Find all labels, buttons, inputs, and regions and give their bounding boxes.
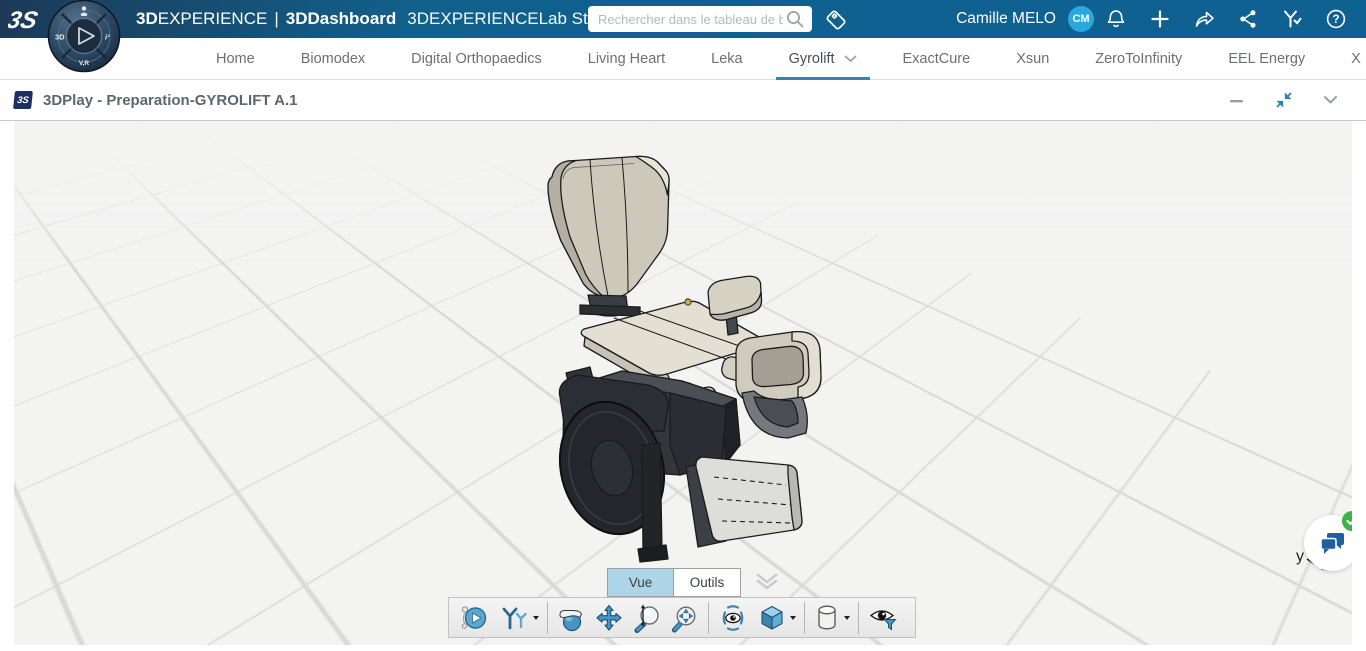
tab-xsun[interactable]: Xsun (993, 38, 1072, 79)
gyrolift-3d-model[interactable] (530, 145, 850, 565)
share-network-icon[interactable] (1226, 0, 1270, 38)
tab-truncated[interactable]: X (1328, 38, 1366, 79)
dassault-systemes-logo-icon: 3S (8, 3, 44, 35)
tab-living-heart[interactable]: Living Heart (565, 38, 688, 79)
restore-widget-button[interactable] (1275, 91, 1293, 109)
dashboard-tab-bar: Home Biomodex Digital Orthopaedics Livin… (0, 38, 1366, 80)
swym-community-button[interactable] (494, 600, 543, 636)
tag-icon[interactable] (822, 6, 850, 34)
turntable-tool-button[interactable] (713, 600, 753, 636)
3dswym-icon[interactable] (1270, 0, 1314, 38)
user-name[interactable]: Camille MELO (956, 10, 1056, 28)
compass-social-person-icon (82, 6, 86, 10)
share-forward-icon[interactable] (1182, 0, 1226, 38)
toolbar-collapse-chevron-icon[interactable] (754, 571, 780, 593)
viewer-toolbar (448, 597, 916, 638)
3dplay-widget-icon: 3S (13, 91, 33, 109)
tab-eel-energy[interactable]: EEL Energy (1205, 38, 1328, 79)
add-content-plus-icon[interactable] (1138, 0, 1182, 38)
tab-home[interactable]: Home (193, 38, 278, 79)
3d-viewport[interactable]: y Vue Outils (14, 121, 1352, 645)
brand-3d: 3D (136, 9, 158, 29)
iso-view-cube-button[interactable] (753, 600, 800, 636)
zoom-tool-button[interactable] (628, 600, 666, 636)
svg-text:?: ? (1332, 14, 1339, 26)
brand-separator: | (274, 9, 278, 29)
compass-east-label: i² (105, 33, 110, 42)
widget-menu-chevron-icon[interactable] (1323, 95, 1338, 105)
tab-gyrolift[interactable]: Gyrolift (766, 38, 880, 79)
widget-header: 3S 3DPlay - Preparation-GYROLIFT A.1 (0, 80, 1366, 121)
notifications-bell-icon[interactable] (1094, 0, 1138, 38)
widget-title: 3DPlay - Preparation-GYROLIFT A.1 (43, 92, 298, 109)
dropdown-caret-icon[interactable] (533, 616, 539, 620)
dashboard-name: 3DEXPERIENCELab Sta... (407, 9, 611, 29)
chat-fab[interactable] (1304, 515, 1352, 571)
tab-leka[interactable]: Leka (688, 38, 765, 79)
search-icon[interactable] (785, 9, 805, 29)
brand-experience: EXPERIENCE (158, 9, 268, 29)
compass-south-label: V,R (79, 60, 90, 67)
tab-vue[interactable]: Vue (608, 569, 674, 596)
tab-biomodex[interactable]: Biomodex (278, 38, 388, 79)
user-area: Camille MELO CM ? (956, 0, 1358, 38)
chevron-down-icon[interactable] (844, 55, 857, 63)
3dexperience-compass[interactable]: 3D i² V,R (45, 0, 123, 74)
dropdown-caret-icon[interactable] (844, 616, 850, 620)
app-name: 3DDashboard (286, 9, 397, 29)
tab-outils[interactable]: Outils (674, 569, 740, 596)
axis-label: y (1296, 548, 1304, 565)
app-title: 3DEXPERIENCE | 3DDashboard 3DEXPERIENCEL… (136, 0, 636, 38)
help-icon[interactable]: ? (1314, 0, 1358, 38)
avatar[interactable]: CM (1068, 6, 1094, 32)
top-bar: 3S 3DEXPERIENCE | 3DDashboard 3DEXPERIEN… (0, 0, 1366, 38)
rotate-tool-button[interactable] (552, 600, 590, 636)
dashboard-search (588, 6, 812, 32)
pan-tool-button[interactable] (590, 600, 628, 636)
tab-digital-orthopaedics[interactable]: Digital Orthopaedics (388, 38, 565, 79)
minimize-widget-button[interactable] (1229, 92, 1245, 108)
compass-west-label: 3D (55, 33, 65, 42)
svg-text:3S: 3S (8, 7, 40, 34)
zoom-fit-tool-button[interactable] (666, 600, 704, 636)
tab-zerotoinfinity[interactable]: ZeroToInfinity (1072, 38, 1205, 79)
viewer-tab-group: Vue Outils (607, 568, 741, 597)
visibility-filter-button[interactable] (863, 600, 903, 636)
3dplay-mode-button[interactable] (454, 600, 494, 636)
search-input[interactable] (588, 12, 785, 27)
dropdown-caret-icon[interactable] (790, 616, 796, 620)
tab-exactcure[interactable]: ExactCure (880, 38, 994, 79)
chat-bubbles-icon (1317, 529, 1347, 557)
section-cylinder-button[interactable] (809, 600, 854, 636)
